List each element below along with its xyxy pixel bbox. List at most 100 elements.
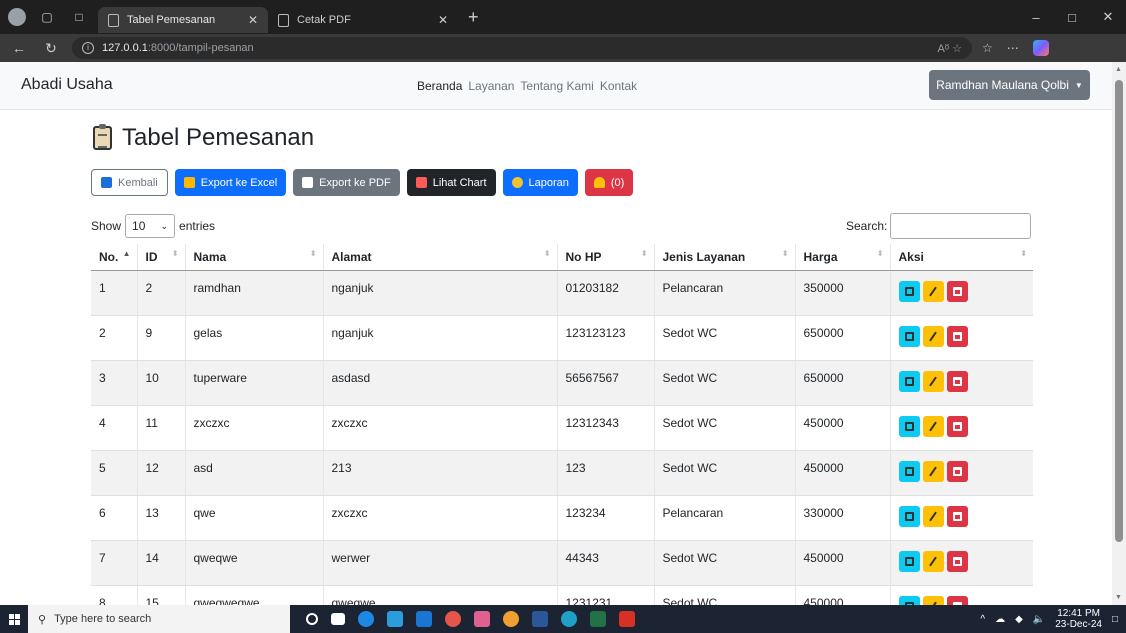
taskbar-clock[interactable]: 12:41 PM 23-Dec-24 xyxy=(1055,608,1102,630)
task-view-icon[interactable] xyxy=(331,613,345,625)
network-icon[interactable]: ◆ xyxy=(1015,614,1023,625)
view-button[interactable] xyxy=(898,595,920,605)
trash-icon xyxy=(952,511,962,521)
edge-icon[interactable] xyxy=(561,611,577,627)
column-header[interactable]: Alamat ⬍ xyxy=(323,244,558,271)
table-cell: 7 xyxy=(91,540,138,586)
back-icon[interactable]: ← xyxy=(6,40,32,56)
workspaces-icon[interactable]: ▢ xyxy=(36,6,58,28)
copilot-icon[interactable] xyxy=(1032,40,1049,56)
user-dropdown-button[interactable]: Ramdhan Maulana Qolbi ▼ xyxy=(929,70,1090,100)
tab-tabel-pemesanan[interactable]: Tabel Pemesanan ✕ xyxy=(98,7,268,33)
close-icon[interactable]: ✕ xyxy=(248,13,258,27)
edit-button[interactable] xyxy=(922,325,944,347)
delete-button[interactable] xyxy=(946,550,968,572)
delete-button[interactable] xyxy=(946,595,968,605)
view-button[interactable] xyxy=(898,415,920,437)
url-field[interactable]: i 127.0.0.1 :8000/tampil-pesanan Aᴽ ☆ xyxy=(72,37,972,59)
close-window-icon[interactable]: ✕ xyxy=(1090,9,1126,25)
edit-button[interactable] xyxy=(922,550,944,572)
laporan-button[interactable]: Laporan xyxy=(502,169,578,196)
edit-button[interactable] xyxy=(922,370,944,392)
onedrive-icon[interactable]: ☁ xyxy=(995,614,1005,625)
export-pdf-button[interactable]: Export ke PDF xyxy=(293,169,400,196)
nav-layanan[interactable]: Layanan xyxy=(468,79,514,93)
column-header[interactable]: Harga ⬍ xyxy=(795,244,891,271)
close-icon[interactable]: ✕ xyxy=(438,13,448,27)
refresh-icon[interactable]: ↻ xyxy=(38,40,64,57)
delete-button[interactable] xyxy=(946,280,968,302)
notification-button[interactable]: (0) xyxy=(584,169,634,196)
game-icon[interactable] xyxy=(474,611,490,627)
edit-button[interactable] xyxy=(922,505,944,527)
delete-button[interactable] xyxy=(946,370,968,392)
export-excel-button[interactable]: Export ke Excel xyxy=(174,169,287,196)
view-button[interactable] xyxy=(898,280,920,302)
entries-select[interactable]: 10 ⌄ xyxy=(125,214,176,238)
favorite-icon[interactable]: Aᴽ ☆ xyxy=(938,42,962,55)
chrome-alt-icon[interactable] xyxy=(503,611,519,627)
tab-actions-icon[interactable]: □ xyxy=(68,6,90,28)
more-icon[interactable]: ⋯ xyxy=(1007,41,1019,55)
pdf-reader-icon[interactable] xyxy=(619,611,635,627)
edit-button[interactable] xyxy=(922,460,944,482)
excel-icon[interactable] xyxy=(590,611,606,627)
view-button[interactable] xyxy=(898,325,920,347)
view-button[interactable] xyxy=(898,370,920,392)
chart-line-icon xyxy=(415,177,427,188)
delete-button[interactable] xyxy=(946,505,968,527)
table-cell: 5 xyxy=(91,450,138,496)
file-explorer-icon[interactable] xyxy=(387,611,403,627)
view-button[interactable] xyxy=(898,550,920,572)
scroll-up-icon[interactable]: ▲ xyxy=(1115,66,1122,73)
table-cell: 650000 xyxy=(795,315,891,361)
chrome-icon[interactable] xyxy=(445,611,461,627)
sort-icon: ▲ xyxy=(122,249,131,258)
nav-tentang-kami[interactable]: Tentang Kami xyxy=(520,79,593,93)
column-header[interactable]: Nama ⬍ xyxy=(185,244,324,271)
minimize-icon[interactable]: – xyxy=(1018,10,1054,25)
column-header[interactable]: Aksi ⬍ xyxy=(890,244,1033,271)
view-button[interactable] xyxy=(898,460,920,482)
nav-beranda[interactable]: Beranda xyxy=(417,79,462,93)
new-tab-icon[interactable]: + xyxy=(468,7,479,28)
delete-button[interactable] xyxy=(946,325,968,347)
delete-button[interactable] xyxy=(946,415,968,437)
scrollbar-thumb[interactable] xyxy=(1115,80,1123,542)
start-button[interactable] xyxy=(0,605,28,633)
delete-button[interactable] xyxy=(946,460,968,482)
column-header-label: No HP xyxy=(565,249,602,264)
scroll-down-icon[interactable]: ▼ xyxy=(1115,594,1122,601)
column-header[interactable]: ID ⬍ xyxy=(137,244,186,271)
taskbar-search[interactable]: ⚲ Type here to search xyxy=(28,605,290,633)
info-icon[interactable]: i xyxy=(82,42,94,54)
favorites-icon[interactable]: ☆ xyxy=(982,41,993,55)
column-header[interactable]: Jenis Layanan ⬍ xyxy=(654,244,796,271)
edit-button[interactable] xyxy=(922,595,944,605)
edit-button[interactable] xyxy=(922,280,944,302)
edit-button[interactable] xyxy=(922,415,944,437)
lihat-chart-button[interactable]: Lihat Chart xyxy=(406,169,496,196)
zoom-icon[interactable] xyxy=(358,611,374,627)
search-input[interactable] xyxy=(890,213,1032,239)
brand-logo[interactable]: Abadi Usaha xyxy=(21,76,113,94)
volume-icon[interactable]: 🔈 xyxy=(1033,614,1045,625)
view-button[interactable] xyxy=(898,505,920,527)
page-scrollbar[interactable]: ▲ ▼ xyxy=(1112,62,1126,605)
aksi-cell xyxy=(890,450,1033,496)
tab-cetak-pdf[interactable]: Cetak PDF ✕ xyxy=(268,7,458,33)
column-header[interactable]: No HP ⬍ xyxy=(557,244,655,271)
profile-icon[interactable] xyxy=(8,8,26,26)
tray-chevron-icon[interactable]: ^ xyxy=(980,614,985,625)
table-cell: Pelancaran xyxy=(654,270,796,316)
maximize-icon[interactable]: □ xyxy=(1054,10,1090,25)
cortana-icon[interactable] xyxy=(306,613,318,625)
column-header[interactable]: No. ▲ xyxy=(91,244,138,271)
kembali-button[interactable]: Kembali xyxy=(91,169,168,196)
vscode-icon[interactable] xyxy=(416,611,432,627)
pencil-icon xyxy=(929,285,937,297)
table-cell: 123234 xyxy=(557,495,655,541)
nav-kontak[interactable]: Kontak xyxy=(600,79,637,93)
word-icon[interactable] xyxy=(532,611,548,627)
notifications-icon[interactable]: □ xyxy=(1112,614,1118,625)
